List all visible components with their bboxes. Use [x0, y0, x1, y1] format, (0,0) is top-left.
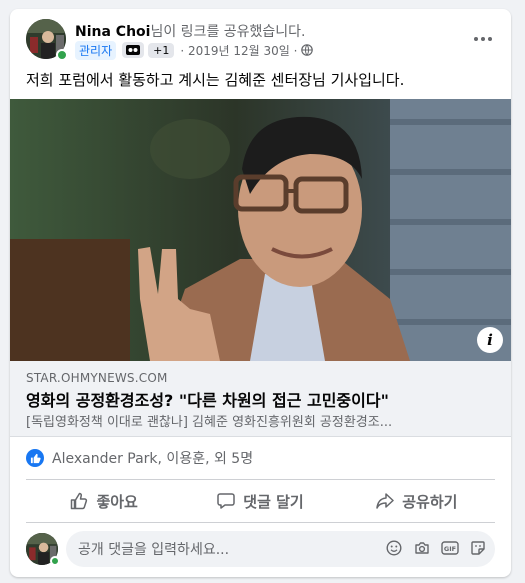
- link-preview-image[interactable]: i: [10, 99, 511, 361]
- camera-icon[interactable]: [413, 539, 431, 557]
- post-meta: 관리자 +1 · 2019년 12월 30일 ·: [75, 40, 314, 60]
- post-title-line: Nina Choi님이 링크를 공유했습니다.: [75, 21, 306, 41]
- link-title[interactable]: 영화의 공정환경조성? "다른 차원의 접근 고민중이다": [26, 387, 389, 411]
- more-options-button[interactable]: [467, 27, 499, 51]
- online-status-dot: [56, 49, 68, 61]
- sticker-icon[interactable]: [469, 539, 487, 557]
- post-date[interactable]: · 2019년 12월 30일 ·: [180, 42, 297, 59]
- like-button[interactable]: 좋아요: [26, 480, 182, 522]
- share-button[interactable]: 공유하기: [339, 480, 495, 522]
- post-body-text: 저희 포럼에서 활동하고 계시는 김혜준 센터장님 기사입니다.: [26, 71, 405, 89]
- comment-composer: 공개 댓글을 입력하세요... GIF: [26, 531, 495, 567]
- share-label: 공유하기: [402, 492, 458, 511]
- thumbs-up-icon: [71, 492, 88, 510]
- like-reaction-icon: [26, 449, 44, 467]
- comment-placeholder: 공개 댓글을 입력하세요...: [78, 542, 230, 558]
- extra-badges-count[interactable]: +1: [148, 42, 175, 58]
- member-badge-icon[interactable]: [122, 42, 145, 58]
- admin-badge[interactable]: 관리자: [75, 40, 117, 60]
- author-name[interactable]: Nina Choi: [75, 24, 150, 40]
- post-header: Nina Choi님이 링크를 공유했습니다. 관리자 +1 · 2019년 1…: [10, 9, 511, 69]
- like-label: 좋아요: [96, 492, 138, 511]
- info-icon[interactable]: i: [477, 327, 503, 353]
- globe-icon[interactable]: [301, 44, 314, 56]
- reactions-names[interactable]: Alexander Park, 이용훈, 외 5명: [52, 448, 253, 468]
- comment-button[interactable]: 댓글 달기: [182, 480, 338, 522]
- reactions-summary[interactable]: Alexander Park, 이용훈, 외 5명: [26, 447, 253, 469]
- svg-text:GIF: GIF: [444, 545, 456, 553]
- link-domain: STAR.OHMYNEWS.COM: [26, 371, 168, 385]
- post-card: Nina Choi님이 링크를 공유했습니다. 관리자 +1 · 2019년 1…: [10, 9, 511, 577]
- share-action-text: 님이 링크를 공유했습니다.: [150, 24, 306, 40]
- comment-label: 댓글 달기: [243, 492, 304, 511]
- commenter-online-dot: [50, 556, 60, 566]
- post-actions-bar: 좋아요 댓글 달기 공유하기: [26, 479, 495, 523]
- emoji-icon[interactable]: [385, 539, 403, 557]
- ellipsis-icon: [474, 37, 492, 41]
- share-arrow-icon: [376, 493, 394, 509]
- gif-icon[interactable]: GIF: [441, 539, 459, 557]
- link-preview-caption[interactable]: STAR.OHMYNEWS.COM 영화의 공정환경조성? "다른 차원의 접근…: [10, 361, 511, 437]
- comment-icon: [217, 493, 236, 509]
- comment-tools: GIF: [385, 539, 487, 557]
- comment-input[interactable]: 공개 댓글을 입력하세요... GIF: [66, 531, 495, 567]
- link-description: [독립영화정책 이대로 괜찮나] 김혜준 영화진흥위원회 공정환경조...: [26, 415, 393, 430]
